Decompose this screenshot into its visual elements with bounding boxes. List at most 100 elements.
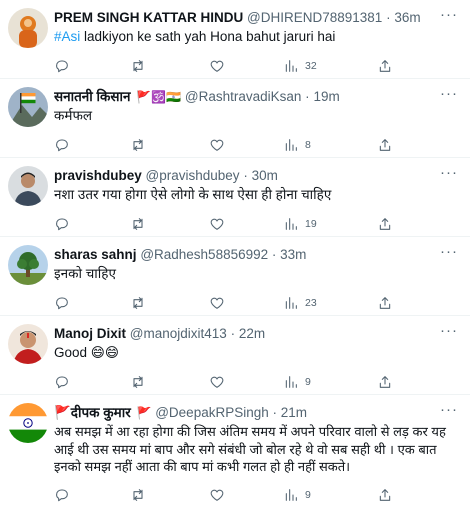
user-handle[interactable]: @DHIREND78891381 (247, 10, 382, 25)
like-button[interactable] (209, 295, 283, 311)
user-handle[interactable]: @pravishdubey (146, 168, 240, 183)
tweet[interactable]: ··· pravishdubey @pravishdubey · 30m नशा… (0, 158, 470, 237)
tree-landscape-avatar-icon[interactable] (8, 245, 48, 285)
views-button[interactable]: 8 (283, 137, 377, 153)
views-count: 23 (305, 297, 317, 309)
tweet-actions: 9 (54, 480, 458, 507)
reply-button[interactable] (54, 487, 130, 503)
tweet-text: #Asi ladkiyon ke sath yah Hona bahut jar… (54, 28, 458, 46)
separator-dot: · (305, 89, 310, 104)
retweet-button[interactable] (130, 487, 209, 503)
man-tilak-avatar-icon[interactable] (8, 324, 48, 364)
more-options-icon[interactable]: ··· (440, 244, 458, 259)
flag-mountain-avatar-icon[interactable] (8, 87, 48, 127)
tweet[interactable]: ··· PREM SINGH KATTAR HINDU @DHIREND7889… (0, 0, 470, 79)
like-button[interactable] (209, 374, 283, 390)
reply-icon (56, 60, 68, 73)
display-name[interactable]: PREM SINGH KATTAR HINDU (54, 10, 243, 25)
tweet-actions: 19 (54, 209, 458, 239)
reply-icon (56, 218, 68, 231)
views-button[interactable]: 23 (283, 295, 377, 311)
reply-button[interactable] (54, 216, 130, 232)
like-button[interactable] (209, 58, 283, 74)
saffron-deity-avatar-icon[interactable] (8, 8, 48, 48)
timestamp[interactable]: 19m (313, 89, 339, 104)
timestamp[interactable]: 36m (394, 10, 420, 25)
like-button[interactable] (209, 216, 283, 232)
user-handle[interactable]: @DeepakRPSingh (155, 405, 269, 420)
more-options-icon[interactable]: ··· (440, 402, 458, 417)
tweet[interactable]: ··· सनातनी किसान 🚩🕉️🇮🇳 @RashtravadiKsan … (0, 79, 470, 158)
tweet-text: कर्मफल (54, 108, 93, 123)
display-name[interactable]: Manoj Dixit (54, 326, 126, 341)
tweet-text-body: ladkiyon ke sath yah Hona bahut jaruri h… (80, 29, 336, 44)
views-button[interactable]: 9 (283, 487, 377, 503)
analytics-icon (285, 218, 297, 230)
tweet[interactable]: ··· 🚩दीपक कुमार 🚩 @DeepakRPSingh · 21m अ… (0, 395, 470, 507)
more-options-icon[interactable]: ··· (440, 86, 458, 101)
reply-icon (56, 488, 68, 501)
more-options-icon[interactable]: ··· (440, 7, 458, 22)
retweet-button[interactable] (130, 216, 209, 232)
person-photo-avatar-icon[interactable] (8, 166, 48, 206)
share-button[interactable] (377, 137, 393, 153)
share-button[interactable] (377, 487, 393, 503)
tweet-text: नशा उतर गया होगा ऐसे लोगो के साथ ऐसा ही … (54, 187, 332, 202)
tweet-actions: 32 (54, 51, 458, 81)
tweet-header: PREM SINGH KATTAR HINDU @DHIREND78891381… (54, 9, 458, 27)
analytics-icon (285, 376, 297, 388)
tweet-header: सनातनी किसान 🚩🕉️🇮🇳 @RashtravadiKsan · 19… (54, 88, 458, 106)
retweet-button[interactable] (130, 374, 209, 390)
display-name[interactable]: 🚩दीपक कुमार (54, 405, 131, 420)
timestamp[interactable]: 30m (252, 168, 278, 183)
hashtag-link[interactable]: #Asi (54, 29, 80, 44)
separator-dot: · (243, 168, 248, 183)
tweet-actions: 23 (54, 288, 458, 318)
share-icon (379, 218, 391, 230)
separator-dot: · (230, 326, 236, 341)
tweet[interactable]: ··· Manoj Dixit @manojdixit413 · 22m Goo… (0, 316, 470, 395)
views-button[interactable]: 19 (283, 216, 377, 232)
views-count: 32 (305, 60, 317, 72)
share-button[interactable] (377, 58, 393, 74)
user-handle[interactable]: @Radhesh58856992 (140, 247, 268, 262)
more-options-icon[interactable]: ··· (440, 323, 458, 338)
reply-button[interactable] (54, 295, 130, 311)
retweet-button[interactable] (130, 295, 209, 311)
views-button[interactable]: 9 (283, 374, 377, 390)
reply-button[interactable] (54, 374, 130, 390)
tweet-header: Manoj Dixit @manojdixit413 · 22m (54, 325, 458, 343)
timestamp[interactable]: 21m (281, 405, 307, 420)
user-handle[interactable]: @RashtravadiKsan (185, 89, 302, 104)
share-button[interactable] (377, 374, 393, 390)
tweet-header: 🚩दीपक कुमार 🚩 @DeepakRPSingh · 21m (54, 404, 458, 422)
views-count: 9 (305, 488, 311, 501)
reply-button[interactable] (54, 137, 130, 153)
reply-button[interactable] (54, 58, 130, 74)
reply-icon (56, 139, 68, 152)
like-button[interactable] (209, 137, 283, 153)
india-flag-avatar-icon[interactable] (8, 403, 48, 443)
separator-dot: · (386, 10, 391, 25)
more-options-icon[interactable]: ··· (440, 165, 458, 180)
name-badges: 🚩 (136, 406, 152, 420)
tweet-feed: ··· PREM SINGH KATTAR HINDU @DHIREND7889… (0, 0, 470, 507)
retweet-button[interactable] (130, 58, 209, 74)
analytics-icon (285, 488, 297, 501)
display-name[interactable]: sharas sahnj (54, 247, 137, 262)
timestamp[interactable]: 22m (239, 326, 265, 341)
like-button[interactable] (209, 487, 283, 503)
retweet-button[interactable] (130, 137, 209, 153)
views-count: 9 (305, 376, 311, 388)
timestamp[interactable]: 33m (280, 247, 306, 262)
share-button[interactable] (377, 295, 393, 311)
tweet[interactable]: ··· sharas sahnj @Radhesh58856992 · 33m … (0, 237, 470, 316)
user-handle[interactable]: @manojdixit413 (130, 326, 227, 341)
display-name[interactable]: सनातनी किसान (54, 89, 131, 104)
display-name[interactable]: pravishdubey (54, 168, 142, 183)
share-button[interactable] (377, 216, 393, 232)
views-button[interactable]: 32 (283, 58, 377, 74)
tweet-text: इनको चाहिए (54, 266, 116, 281)
heart-icon (210, 139, 224, 151)
heart-icon (210, 218, 224, 230)
